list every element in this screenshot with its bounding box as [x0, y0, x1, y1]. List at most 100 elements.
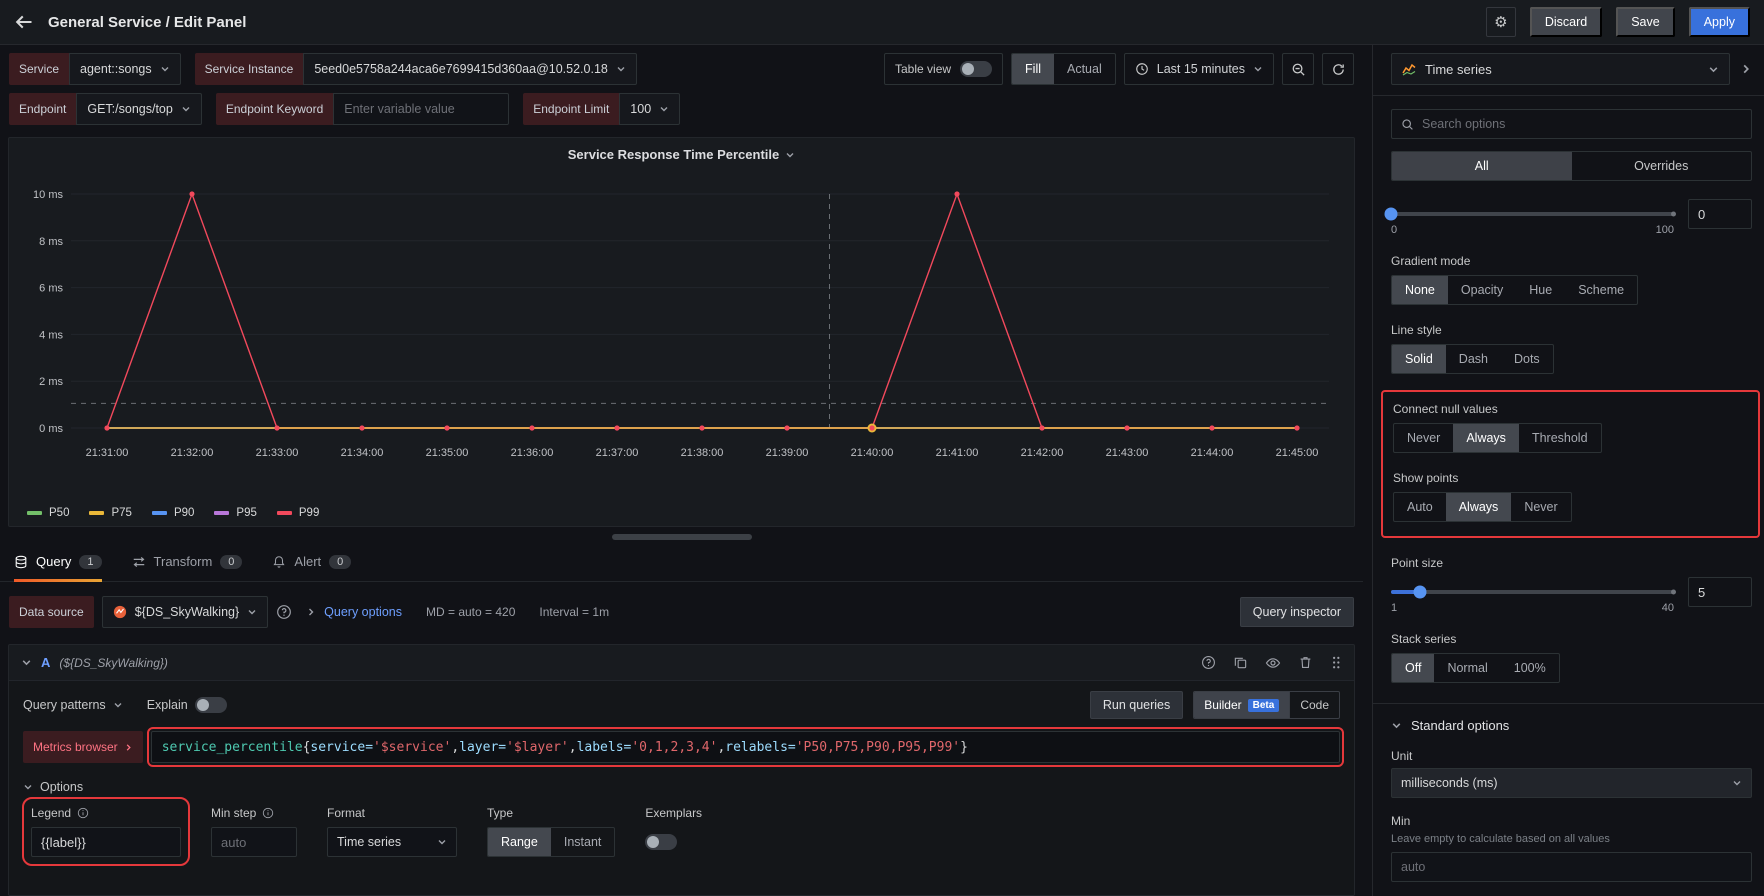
options-search-input[interactable] [1422, 117, 1742, 131]
table-view-toggle[interactable] [960, 61, 992, 77]
drag-grip-icon[interactable] [1330, 655, 1342, 670]
limit-select[interactable]: 100 [619, 93, 680, 125]
nulls-never-option[interactable]: Never [1394, 424, 1453, 452]
legend-item-p50[interactable]: P50 [27, 507, 69, 519]
query-row-header[interactable]: A (${DS_SkyWalking}) [9, 645, 1354, 680]
gradient-scheme-option[interactable]: Scheme [1565, 276, 1637, 304]
run-queries-button[interactable]: Run queries [1090, 691, 1183, 719]
format-select[interactable]: Time series [327, 827, 457, 857]
stack-normal-option[interactable]: Normal [1434, 654, 1500, 682]
tab-transform[interactable]: Transform 0 [132, 542, 243, 581]
actual-option[interactable]: Actual [1054, 54, 1115, 84]
nulls-threshold-option[interactable]: Threshold [1519, 424, 1601, 452]
type-switch: Range Instant [487, 827, 615, 857]
chevron-down-icon [659, 104, 669, 114]
skywalking-logo-icon [113, 605, 127, 619]
keyword-input[interactable] [333, 93, 509, 125]
fill-option[interactable]: Fill [1012, 54, 1054, 84]
legend-item-p90[interactable]: P90 [152, 507, 194, 519]
datasource-help-button[interactable] [276, 604, 292, 620]
options-collapse[interactable]: Options [23, 780, 1340, 794]
gradient-none-option[interactable]: None [1392, 276, 1448, 304]
time-series-chart[interactable]: 0 ms2 ms4 ms6 ms8 ms10 ms21:31:0021:32:0… [17, 176, 1347, 488]
editor-tabs: Query 1 Transform 0 Alert 0 [0, 542, 1363, 582]
panel-resize-handle[interactable] [612, 534, 752, 540]
variables-row-1: Service agent::songs Service Instance 5e… [0, 53, 1363, 85]
point-size-value[interactable]: 5 [1688, 577, 1752, 607]
expr-token: '$service' [373, 740, 451, 755]
point-size-slider[interactable]: 1 40 [1391, 577, 1674, 614]
keyword-label: Endpoint Keyword [216, 93, 333, 125]
legend-item-p75[interactable]: P75 [89, 507, 131, 519]
tab-alert[interactable]: Alert 0 [272, 542, 351, 581]
slider-min-label: 1 [1391, 602, 1397, 614]
query-toolbar-right: Run queries Builder Beta Code [1090, 691, 1340, 719]
apply-button[interactable]: Apply [1689, 7, 1750, 37]
refresh-button[interactable] [1322, 53, 1354, 85]
help-circle-icon [276, 604, 292, 620]
promql-expression-input[interactable]: service_percentile{service='$service', l… [151, 731, 1340, 763]
standard-options-header[interactable]: Standard options [1391, 718, 1752, 733]
datasource-picker[interactable]: ${DS_SkyWalking} [102, 596, 268, 628]
stack-off-option[interactable]: Off [1392, 654, 1434, 682]
explain-toggle[interactable] [195, 697, 227, 713]
instance-select[interactable]: 5eed0e5758a244aca6e7699415d360aa@10.52.0… [303, 53, 637, 85]
service-select[interactable]: agent::songs [69, 53, 181, 85]
stack-100-option[interactable]: 100% [1501, 654, 1559, 682]
slider-handle[interactable] [1414, 586, 1427, 599]
svg-text:2 ms: 2 ms [39, 376, 63, 388]
tab-all[interactable]: All [1392, 152, 1572, 180]
fill-opacity-slider[interactable]: 0 100 [1391, 199, 1674, 236]
line-dash-option[interactable]: Dash [1446, 345, 1501, 373]
gradient-opacity-option[interactable]: Opacity [1448, 276, 1516, 304]
top-bar: General Service / Edit Panel ⚙ Discard S… [0, 0, 1764, 45]
points-auto-option[interactable]: Auto [1394, 493, 1446, 521]
legend-input[interactable] [31, 827, 181, 857]
exemplars-toggle[interactable] [645, 834, 677, 850]
legend-item-p95[interactable]: P95 [214, 507, 256, 519]
min-input[interactable] [1391, 852, 1752, 882]
tab-overrides[interactable]: Overrides [1572, 152, 1752, 180]
metrics-browser-button[interactable]: Metrics browser [23, 731, 143, 763]
expr-token: service= [310, 740, 373, 755]
collapse-pane-button[interactable] [1740, 63, 1752, 75]
help-circle-icon[interactable] [1201, 655, 1216, 670]
panel-header[interactable]: Service Response Time Percentile [9, 147, 1354, 162]
zoom-out-button[interactable] [1282, 53, 1314, 85]
back-icon[interactable] [14, 12, 34, 32]
trash-icon[interactable] [1298, 655, 1313, 670]
query-inspector-button[interactable]: Query inspector [1240, 597, 1354, 627]
query-options-link[interactable]: Query options [324, 605, 402, 619]
nulls-always-option[interactable]: Always [1453, 424, 1519, 452]
type-instant-option[interactable]: Instant [551, 828, 615, 856]
query-options-toggle[interactable] [306, 607, 316, 617]
visualization-picker[interactable]: Time series [1391, 53, 1730, 85]
settings-gear-button[interactable]: ⚙ [1486, 7, 1516, 37]
slider-handle[interactable] [1385, 208, 1398, 221]
query-patterns-dropdown[interactable]: Query patterns [23, 698, 123, 712]
points-never-option[interactable]: Never [1511, 493, 1570, 521]
fill-opacity-value[interactable]: 0 [1688, 199, 1752, 229]
connect-nulls-group: Never Always Threshold [1393, 423, 1602, 453]
code-option[interactable]: Code [1289, 692, 1339, 718]
eye-icon[interactable] [1265, 655, 1281, 671]
legend-swatch [152, 511, 167, 515]
gradient-hue-option[interactable]: Hue [1516, 276, 1565, 304]
builder-option[interactable]: Builder Beta [1194, 692, 1289, 718]
save-button[interactable]: Save [1616, 7, 1675, 37]
tab-query[interactable]: Query 1 [14, 542, 102, 581]
line-solid-option[interactable]: Solid [1392, 345, 1446, 373]
duplicate-icon[interactable] [1233, 655, 1248, 670]
endpoint-select[interactable]: GET:/songs/top [76, 93, 201, 125]
alert-count-badge: 0 [329, 555, 351, 569]
legend-item-p99[interactable]: P99 [277, 507, 319, 519]
legend-label: P99 [299, 507, 319, 519]
line-dots-option[interactable]: Dots [1501, 345, 1553, 373]
unit-select[interactable]: milliseconds (ms) [1391, 768, 1752, 798]
type-range-option[interactable]: Range [488, 828, 551, 856]
discard-button[interactable]: Discard [1530, 7, 1602, 37]
info-circle-icon [262, 807, 274, 819]
min-step-input[interactable] [211, 827, 297, 857]
time-range-picker[interactable]: Last 15 minutes [1124, 53, 1274, 85]
points-always-option[interactable]: Always [1446, 493, 1512, 521]
